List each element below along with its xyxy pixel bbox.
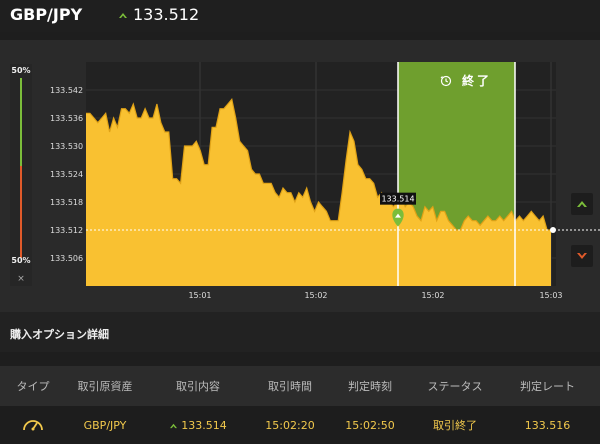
row-asset: GBP/JPY — [83, 418, 127, 432]
header-content: 取引内容 — [176, 380, 220, 393]
gauge-type-icon — [8, 406, 58, 444]
y-tick-label: 133.542 — [50, 86, 83, 95]
current-rate-value: 133.512 — [133, 5, 200, 24]
header-status: ステータス — [427, 380, 483, 393]
up-arrow-icon — [119, 12, 127, 18]
timer-icon — [440, 75, 452, 86]
x-tick-label: 15:03 — [539, 291, 562, 300]
y-tick-label: 133.518 — [50, 198, 83, 207]
row-judge-time: 15:02:50 — [345, 418, 395, 432]
header-judge-time: 判定時刻 — [348, 380, 392, 393]
table-header-row: タイプ 取引原資産 取引内容 取引時間 判定時刻 ステータス 判定レート — [0, 366, 600, 406]
y-tick-label: 133.530 — [50, 142, 83, 151]
up-chevron-icon — [577, 201, 587, 207]
x-axis-ticks: 15:01 15:02 15:02 15:03 — [188, 291, 562, 300]
option-details-table: タイプ 取引原資産 取引内容 取引時間 判定時刻 ステータス 判定レート GBP… — [0, 366, 600, 444]
header-judge-rate: 判定レート — [520, 380, 575, 393]
row-status: 取引終了 — [433, 419, 477, 432]
y-axis-ticks: 133.542 133.536 133.530 133.524 133.518 133.5… — [50, 86, 83, 263]
high-button[interactable] — [571, 193, 593, 215]
row-trade-time: 15:02:20 — [265, 418, 315, 432]
up-arrow-icon — [170, 423, 178, 428]
y-tick-label: 133.536 — [50, 114, 83, 123]
row-content: 133.514 — [158, 406, 238, 444]
header-bar: GBP/JPY 133.512 — [0, 0, 600, 32]
x-tick-label: 15:02 — [421, 291, 444, 300]
header-type: タイプ — [16, 380, 50, 393]
expiry-label: 終了 — [440, 72, 492, 89]
current-rate-dot — [550, 227, 556, 233]
y-tick-label: 133.512 — [50, 226, 83, 235]
low-button[interactable] — [571, 245, 593, 267]
y-tick-label: 133.506 — [50, 254, 83, 263]
row-judge-rate: 133.516 — [524, 418, 571, 432]
down-chevron-icon — [577, 253, 587, 259]
expiry-text: 終了 — [462, 74, 493, 88]
option-details-title: 購入オプション詳細 — [10, 328, 109, 341]
entry-marker-label: 133.514 — [381, 195, 414, 204]
table-row[interactable]: GBP/JPY 133.514 15:02:20 15:02:50 取引終了 1… — [0, 406, 600, 444]
header-trade-time: 取引時間 — [268, 380, 312, 393]
y-tick-label: 133.524 — [50, 170, 83, 179]
current-rate: 133.512 — [118, 5, 199, 24]
x-tick-label: 15:02 — [304, 291, 327, 300]
x-tick-label: 15:01 — [188, 291, 211, 300]
row-content-value: 133.514 — [181, 418, 227, 432]
asset-pair-label: GBP/JPY — [10, 5, 83, 24]
option-details-bar: 購入オプション詳細 — [0, 312, 600, 352]
header-asset: 取引原資産 — [77, 380, 133, 393]
price-chart[interactable]: 133.542 133.536 133.530 133.524 133.518 133.5… — [0, 40, 600, 312]
